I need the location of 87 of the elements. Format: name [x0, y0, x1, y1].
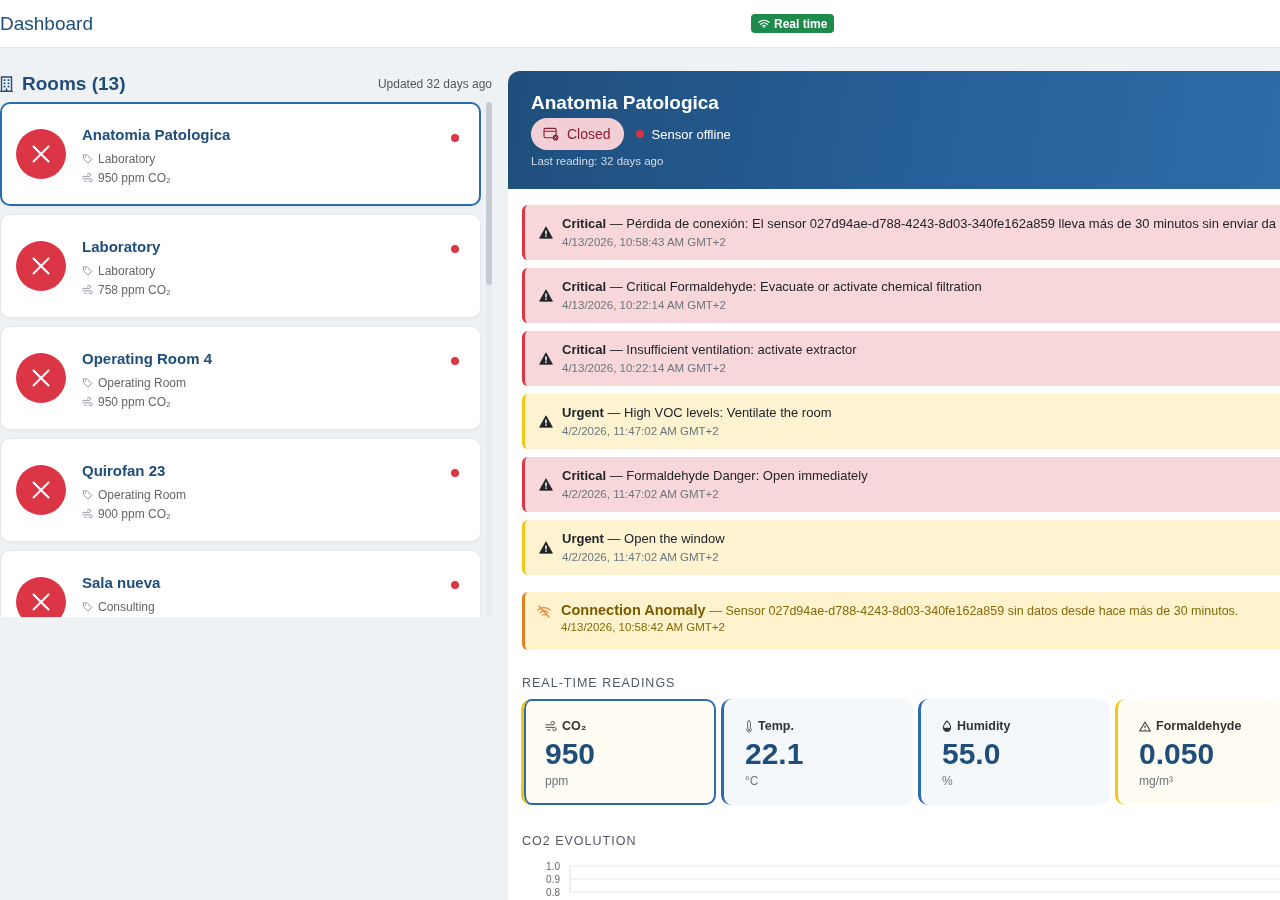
alert-message: Critical — Insufficient ventilation: activate extractor: [562, 341, 857, 359]
reading-card[interactable]: Humidity 55.0 %: [918, 699, 1110, 805]
reading-card[interactable]: Temp. 22.1 °C: [721, 699, 913, 805]
room-type: Laboratory: [98, 151, 156, 168]
warning-icon: [1139, 720, 1151, 732]
alert-time: 4/13/2026, 10:22:14 AM GMT+2: [562, 298, 726, 313]
reading-unit: %: [942, 773, 953, 789]
section-title: REAL-TIME READINGS: [522, 675, 676, 691]
reading-value: 22.1: [745, 738, 804, 770]
sensor-status: Sensor offline: [651, 126, 731, 142]
thermometer-icon: [745, 719, 753, 733]
scroll-thumb[interactable]: [486, 102, 492, 285]
reading-card[interactable]: Formaldehyde 0.050 mg/m³: [1115, 699, 1280, 805]
room-name: Quirofan 23: [82, 461, 166, 481]
building-icon: [0, 76, 13, 92]
room-name: Sala nueva: [82, 573, 161, 593]
anomaly-message: — Sensor 027d94ae-d788-4243-8d03-340fe162a859 sin datos desde hace más de 30 minutos.: [709, 604, 1239, 618]
warning-icon: [539, 289, 553, 302]
tag-icon: [82, 602, 93, 612]
chart-title: CO2 EVOLUTION: [522, 833, 637, 849]
window-icon: [543, 127, 559, 141]
alert-message: Critical — Pérdida de conexión: El sensor 027d94ae-d788-4243-8d03-340fe162a859 lleva más de 30 minutos sin enviar da: [562, 215, 1277, 233]
wind-icon: [82, 397, 93, 407]
alert-time: 4/2/2026, 11:47:02 AM GMT+2: [562, 487, 719, 502]
co2-reading: 950 ppm CO₂: [98, 170, 171, 187]
room-card[interactable]: Anatomia Patologica Laboratory 950 ppm CO₂: [0, 102, 481, 206]
tag-icon: [82, 154, 93, 164]
room-type: Operating Room: [98, 375, 187, 392]
tag-icon: [82, 266, 93, 276]
alert-time: 4/13/2026, 10:22:14 AM GMT+2: [562, 361, 726, 376]
wind-icon: [82, 285, 93, 295]
wifi-icon: [758, 19, 770, 28]
droplet-icon: [942, 720, 952, 732]
room-type: Consulting: [98, 599, 155, 616]
reading-label: Formaldehyde: [1156, 718, 1242, 734]
live-label: Real time: [774, 16, 828, 31]
reading-unit: mg/m³: [1139, 773, 1173, 789]
alert-time: 4/2/2026, 11:47:02 AM GMT+2: [562, 424, 719, 439]
warning-icon: [539, 478, 553, 491]
reading-unit: ppm: [545, 773, 569, 789]
updated-text: Updated 32 days ago: [377, 77, 492, 91]
room-type: Operating Room: [98, 487, 187, 504]
room-title: Anatomia Patologica: [531, 92, 719, 114]
reading-card[interactable]: CO₂ 950 ppm: [521, 699, 716, 805]
reading-value: 0.050: [1139, 738, 1215, 770]
room-name: Laboratory: [82, 237, 161, 257]
room-card[interactable]: Quirofan 23 Operating Room 900 ppm CO₂: [0, 438, 481, 542]
reading-label: Humidity: [957, 718, 1011, 734]
reading-label: CO₂: [562, 718, 587, 734]
reading-label: Temp.: [758, 718, 794, 734]
alert-time: 4/13/2026, 10:58:43 AM GMT+2: [562, 235, 726, 250]
wind-icon: [82, 173, 93, 183]
alert-message: Urgent — High VOC levels: Ventilate the room: [562, 404, 832, 422]
reading-value: 55.0: [942, 738, 1001, 770]
room-type: Laboratory: [98, 263, 156, 280]
alert-message: Critical — Critical Formaldehyde: Evacuate or activate chemical filtration: [562, 278, 982, 296]
anomaly-time: 4/13/2026, 10:58:42 AM GMT+2: [561, 621, 725, 633]
tag-icon: [82, 378, 93, 388]
y-tick-label: 1.0: [546, 860, 560, 872]
wind-icon: [545, 720, 557, 732]
room-name: Operating Room 4: [82, 349, 212, 369]
status-label: Closed: [567, 126, 611, 142]
last-reading: Last reading: 32 days ago: [531, 154, 664, 169]
reading-value: 950: [545, 738, 596, 770]
rooms-title: Rooms (13): [22, 73, 126, 95]
alert-time: 4/2/2026, 11:47:02 AM GMT+2: [562, 550, 719, 565]
anomaly-title: Connection Anomaly: [561, 602, 706, 618]
warning-icon: [539, 541, 553, 554]
alert-message: Urgent — Open the window: [562, 530, 725, 548]
y-tick-label: 0.8: [546, 886, 560, 897]
room-card[interactable]: Sala nueva Consulting: [0, 550, 481, 617]
room-name: Anatomia Patologica: [82, 125, 231, 145]
warning-icon: [539, 226, 553, 239]
tag-icon: [82, 490, 93, 500]
alert-message: Critical — Formaldehyde Danger: Open immediately: [562, 467, 868, 485]
warning-icon: [539, 352, 553, 365]
room-card[interactable]: Operating Room 4 Operating Room 950 ppm CO₂: [0, 326, 481, 430]
reading-unit: °C: [745, 773, 759, 789]
y-tick-label: 0.9: [546, 873, 560, 885]
co2-reading: 900 ppm CO₂: [98, 506, 171, 523]
warning-icon: [539, 415, 553, 428]
wind-icon: [82, 509, 93, 519]
co2-reading: 758 ppm CO₂: [98, 282, 171, 299]
wifi-off-icon: [537, 605, 551, 618]
page-title: Dashboard: [0, 12, 93, 35]
co2-reading: 950 ppm CO₂: [98, 394, 171, 411]
room-card[interactable]: Laboratory Laboratory 758 ppm CO₂: [0, 214, 481, 318]
